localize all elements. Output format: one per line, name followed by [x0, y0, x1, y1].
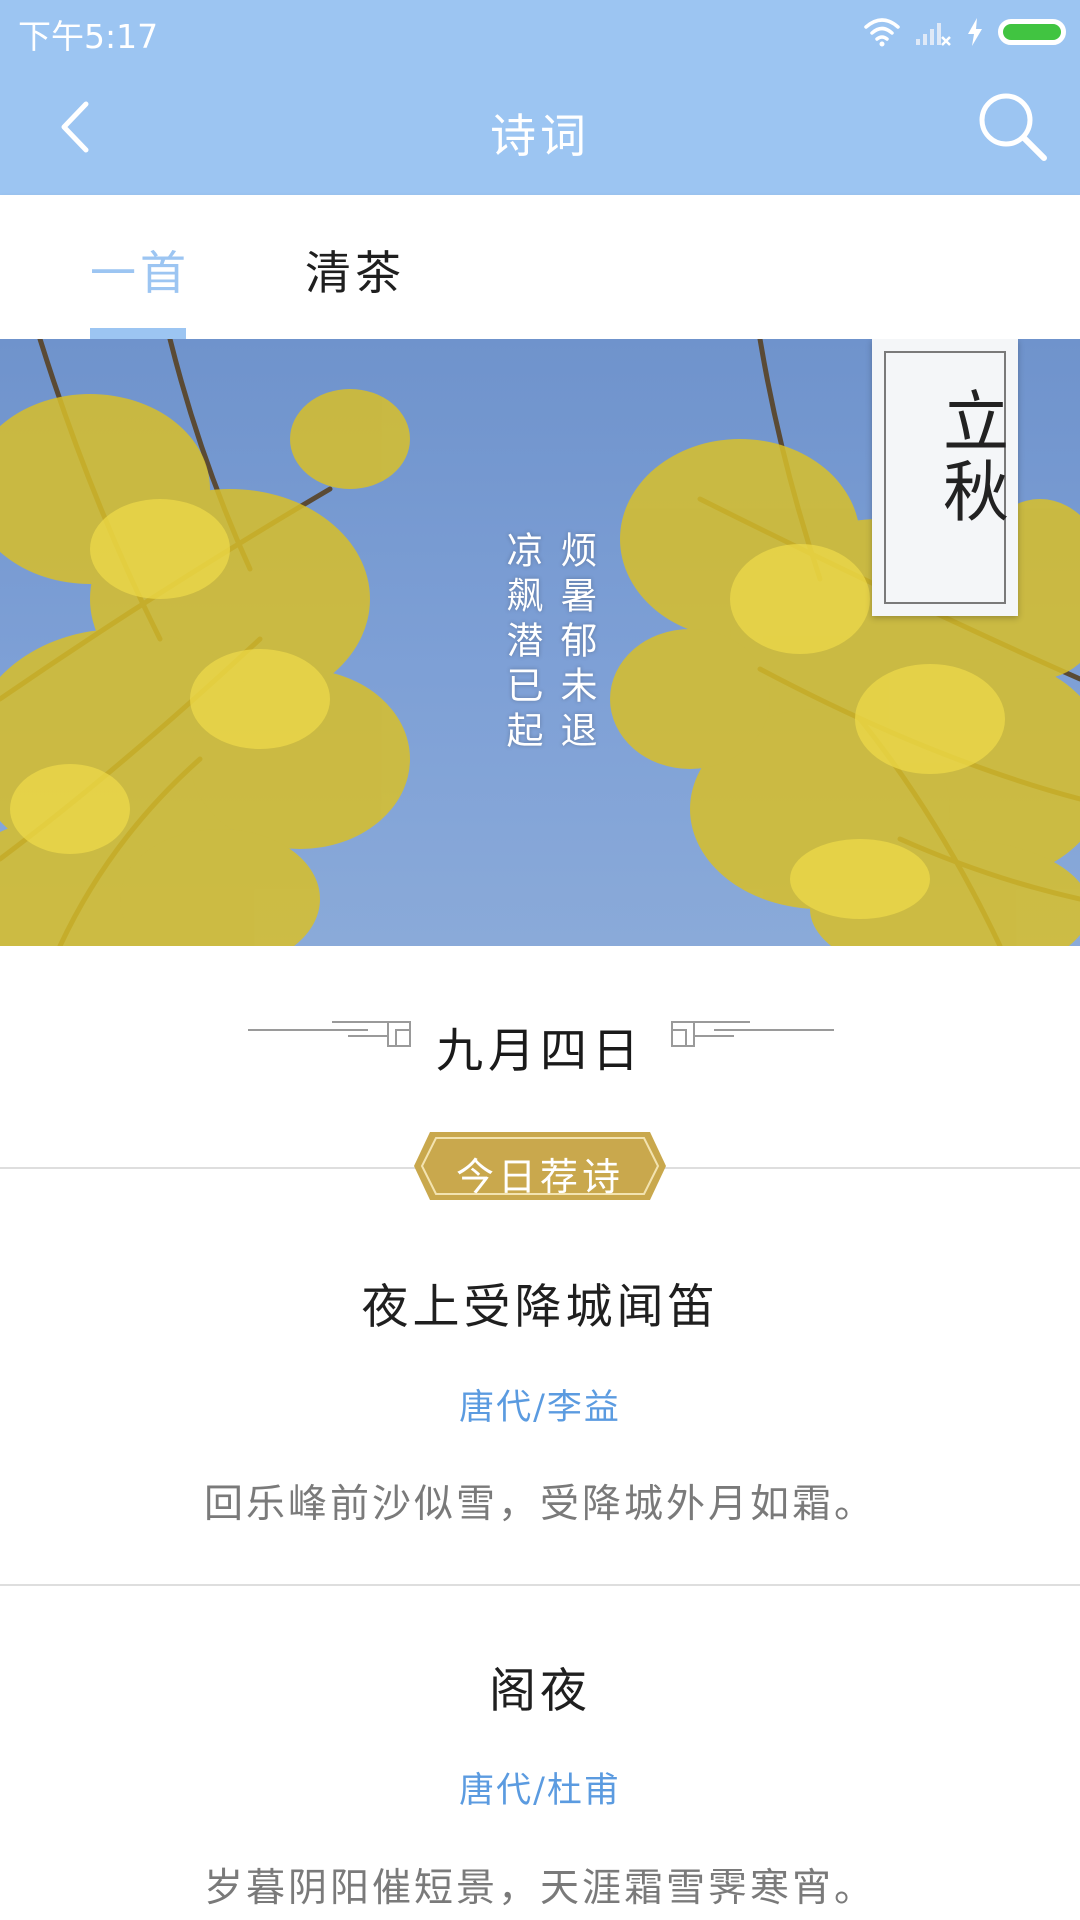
- battery-icon: [998, 19, 1066, 45]
- poem-title[interactable]: 夜上受降城闻笛: [0, 1268, 1080, 1337]
- banner-poem-line-2: 凉飙潜已起: [500, 531, 543, 756]
- status-time: 下午5:17: [18, 17, 159, 56]
- wifi-icon: [864, 18, 900, 47]
- date-heading: 九月四日: [436, 1024, 644, 1079]
- solar-term-label: 立秋: [932, 387, 1009, 527]
- solar-term-banner[interactable]: 烦暑郁未退 凉飙潜已起 立秋: [0, 339, 1080, 946]
- status-icons: [864, 12, 1066, 52]
- search-button[interactable]: [972, 86, 1052, 166]
- poem-author[interactable]: 唐代/李益: [0, 1379, 1080, 1430]
- poem-excerpt[interactable]: 回乐峰前沙似雪，受降城外月如霜。: [0, 1473, 1080, 1529]
- poem-divider: [0, 1584, 1080, 1586]
- charging-icon: [968, 18, 982, 46]
- page-title: 诗词: [490, 109, 590, 163]
- recommend-badge-label: 今日荐诗: [455, 1155, 624, 1199]
- banner-poem-line-1: 烦暑郁未退: [554, 531, 597, 756]
- tab-yishou[interactable]: 一首: [90, 237, 190, 303]
- poem-title[interactable]: 阁夜: [0, 1652, 1080, 1721]
- solar-term-tag: 立秋: [872, 339, 1018, 616]
- signal-icon: [916, 23, 951, 46]
- search-icon: [979, 93, 1047, 161]
- poem-author[interactable]: 唐代/杜甫: [0, 1762, 1080, 1813]
- active-tab-indicator: [90, 328, 186, 339]
- tab-qingcha[interactable]: 清茶: [305, 237, 405, 303]
- tab-bar: 一首 清茶: [0, 195, 1080, 339]
- battery-level: [1003, 24, 1061, 40]
- poem-excerpt[interactable]: 岁暮阴阳催短景，天涯霜雪霁寒宵。: [0, 1857, 1080, 1913]
- right-ornament: [671, 1021, 834, 1047]
